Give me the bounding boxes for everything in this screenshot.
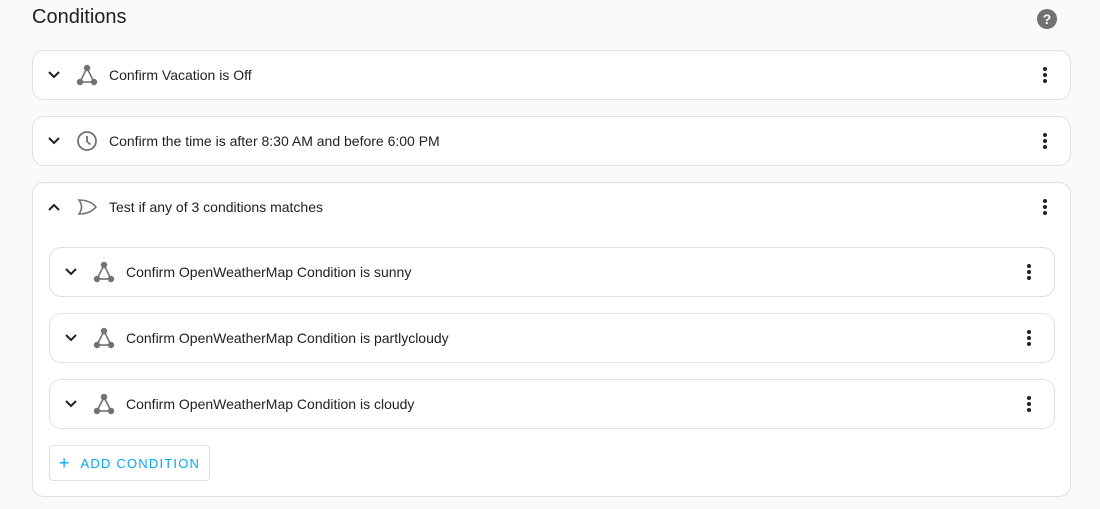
plus-icon: + <box>58 452 71 473</box>
condition-header[interactable]: Confirm OpenWeatherMap Condition is clou… <box>50 380 1054 428</box>
more-vert-icon[interactable] <box>1017 260 1041 284</box>
condition-header[interactable]: Confirm OpenWeatherMap Condition is sunn… <box>50 248 1054 296</box>
state-icon <box>92 326 116 350</box>
condition-header[interactable]: Confirm OpenWeatherMap Condition is part… <box>50 314 1054 362</box>
chevron-up-icon[interactable] <box>47 200 61 214</box>
condition-label: Confirm OpenWeatherMap Condition is clou… <box>126 396 415 412</box>
add-condition-button[interactable]: + ADD CONDITION <box>49 445 210 481</box>
condition-label: Test if any of 3 conditions matches <box>109 199 323 215</box>
or-gate-icon <box>75 195 99 219</box>
state-icon <box>92 392 116 416</box>
state-icon <box>75 63 99 87</box>
chevron-down-icon[interactable] <box>47 68 61 82</box>
more-vert-icon[interactable] <box>1033 129 1057 153</box>
condition-label: Confirm OpenWeatherMap Condition is part… <box>126 330 449 346</box>
condition-card: Confirm Vacation is Off <box>32 50 1071 100</box>
condition-label: Confirm the time is after 8:30 AM and be… <box>109 133 440 149</box>
condition-header[interactable]: Confirm Vacation is Off <box>33 51 1070 99</box>
chevron-down-icon[interactable] <box>64 397 78 411</box>
condition-card: Confirm the time is after 8:30 AM and be… <box>32 116 1071 166</box>
more-vert-icon[interactable] <box>1017 392 1041 416</box>
nested-condition-card: Confirm OpenWeatherMap Condition is clou… <box>49 379 1055 429</box>
nested-condition-card: Confirm OpenWeatherMap Condition is sunn… <box>49 247 1055 297</box>
chevron-down-icon[interactable] <box>47 134 61 148</box>
help-icon[interactable]: ? <box>1037 9 1057 29</box>
state-icon <box>92 260 116 284</box>
condition-header[interactable]: Confirm the time is after 8:30 AM and be… <box>33 117 1070 165</box>
chevron-down-icon[interactable] <box>64 331 78 345</box>
condition-label: Confirm Vacation is Off <box>109 67 252 83</box>
page-title: Conditions <box>32 6 127 28</box>
more-vert-icon[interactable] <box>1033 63 1057 87</box>
clock-icon <box>75 129 99 153</box>
condition-label: Confirm OpenWeatherMap Condition is sunn… <box>126 264 412 280</box>
more-vert-icon[interactable] <box>1033 195 1057 219</box>
condition-group-card: Test if any of 3 conditions matches Conf… <box>32 182 1071 497</box>
nested-condition-card: Confirm OpenWeatherMap Condition is part… <box>49 313 1055 363</box>
chevron-down-icon[interactable] <box>64 265 78 279</box>
add-condition-label: ADD CONDITION <box>80 455 201 471</box>
condition-header[interactable]: Test if any of 3 conditions matches <box>33 183 1070 231</box>
more-vert-icon[interactable] <box>1017 326 1041 350</box>
